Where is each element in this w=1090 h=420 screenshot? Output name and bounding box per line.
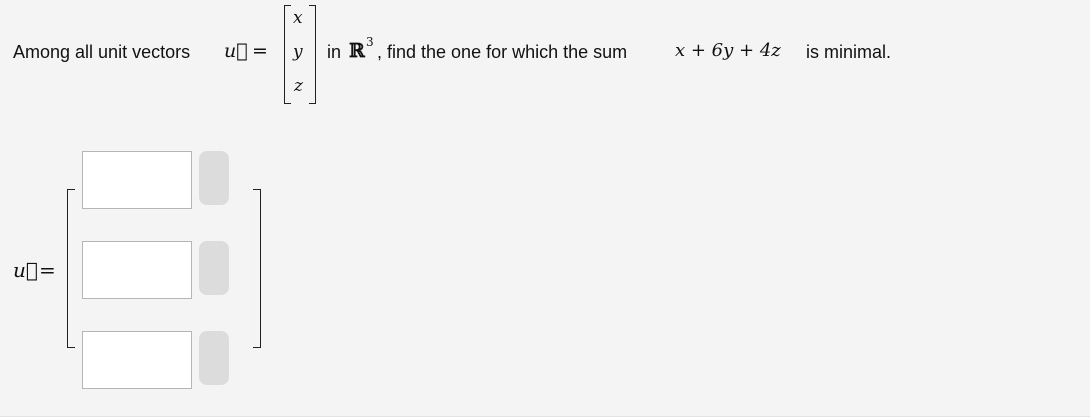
sum-expression: x + 6y + 4z [675, 40, 781, 61]
answer-equals-sign: = [39, 258, 56, 282]
answer-status-z [199, 331, 229, 385]
question-middle: , find the one for which the sum [377, 42, 628, 62]
vector-u-symbol: u⃗ [224, 40, 248, 62]
answer-status-y [199, 241, 229, 295]
bottom-divider [0, 416, 1090, 420]
component-y: y [293, 42, 303, 62]
small-right-bracket [309, 5, 316, 104]
question-suffix: is minimal. [806, 42, 892, 62]
component-z: z [294, 76, 303, 96]
answer-field-z[interactable] [82, 331, 192, 389]
equals-sign: = [252, 40, 268, 62]
space-exponent: 3 [366, 35, 374, 49]
answer-status-x [199, 151, 229, 205]
answer-field-y[interactable] [82, 241, 192, 299]
question-prefix: Among all unit vectors [13, 42, 191, 62]
answer-field-x[interactable] [82, 151, 192, 209]
answer-vector-u-symbol: u⃗ [13, 258, 38, 282]
answer-right-bracket [253, 189, 261, 348]
real-space-symbol: ℝ [349, 40, 365, 62]
answer-left-bracket [67, 189, 75, 348]
in-text: in [327, 42, 342, 62]
small-left-bracket [284, 5, 291, 104]
component-x: x [293, 8, 303, 28]
